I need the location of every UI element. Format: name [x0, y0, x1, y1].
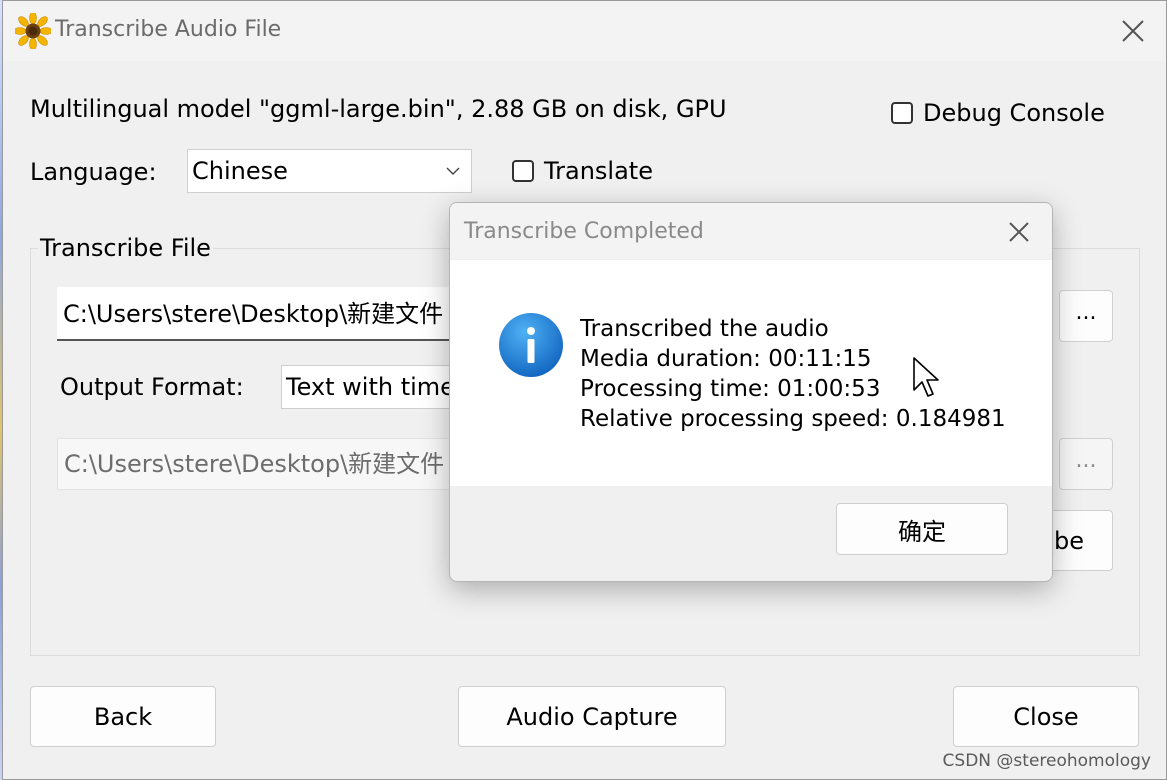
chevron-down-icon	[446, 167, 460, 175]
debug-console-label: Debug Console	[923, 99, 1105, 127]
mouse-cursor-icon	[913, 357, 939, 397]
checkbox-box[interactable]	[512, 160, 534, 182]
translate-label: Translate	[544, 157, 653, 185]
model-info-text: Multilingual model "ggml-large.bin", 2.8…	[30, 95, 727, 123]
language-combobox[interactable]: Chinese	[187, 149, 472, 193]
window-title: Transcribe Audio File	[55, 17, 282, 42]
window-titlebar: Transcribe Audio File	[3, 1, 1166, 61]
info-icon	[499, 313, 563, 377]
close-icon[interactable]	[1002, 215, 1036, 249]
transcribe-completed-dialog: Transcribe Completed Transcribed the aud…	[449, 202, 1053, 582]
message-line: Relative processing speed: 0.184981	[580, 406, 1006, 432]
input-browse-button[interactable]: ...	[1059, 290, 1113, 342]
checkbox-box[interactable]	[891, 102, 913, 124]
output-file-path-field: C:\Users\stere\Desktop\新建文件	[57, 438, 477, 490]
close-button[interactable]: Close	[953, 686, 1139, 747]
language-label: Language:	[30, 158, 157, 186]
output-format-label: Output Format:	[60, 373, 244, 401]
sunflower-icon	[15, 13, 51, 49]
back-button[interactable]: Back	[30, 686, 216, 747]
output-browse-button: ...	[1059, 438, 1113, 490]
translate-checkbox[interactable]: Translate	[512, 157, 653, 185]
transcribe-button-label: be	[1054, 526, 1084, 555]
close-icon[interactable]	[1115, 13, 1151, 49]
debug-console-checkbox[interactable]: Debug Console	[891, 99, 1105, 127]
ok-button[interactable]: 确定	[836, 503, 1008, 555]
dialog-message-area: Transcribed the audio Media duration: 00…	[450, 260, 1052, 486]
watermark-text: CSDN @stereohomology	[942, 751, 1151, 771]
language-value: Chinese	[192, 157, 288, 185]
group-title: Transcribe File	[38, 234, 213, 262]
input-file-path-field[interactable]: C:\Users\stere\Desktop\新建文件	[57, 287, 477, 341]
output-format-value: Text with time	[286, 373, 455, 401]
message-line: Transcribed the audio	[580, 316, 829, 342]
dialog-titlebar: Transcribe Completed	[450, 203, 1052, 259]
audio-capture-button[interactable]: Audio Capture	[458, 686, 726, 747]
dialog-title: Transcribe Completed	[464, 219, 704, 244]
